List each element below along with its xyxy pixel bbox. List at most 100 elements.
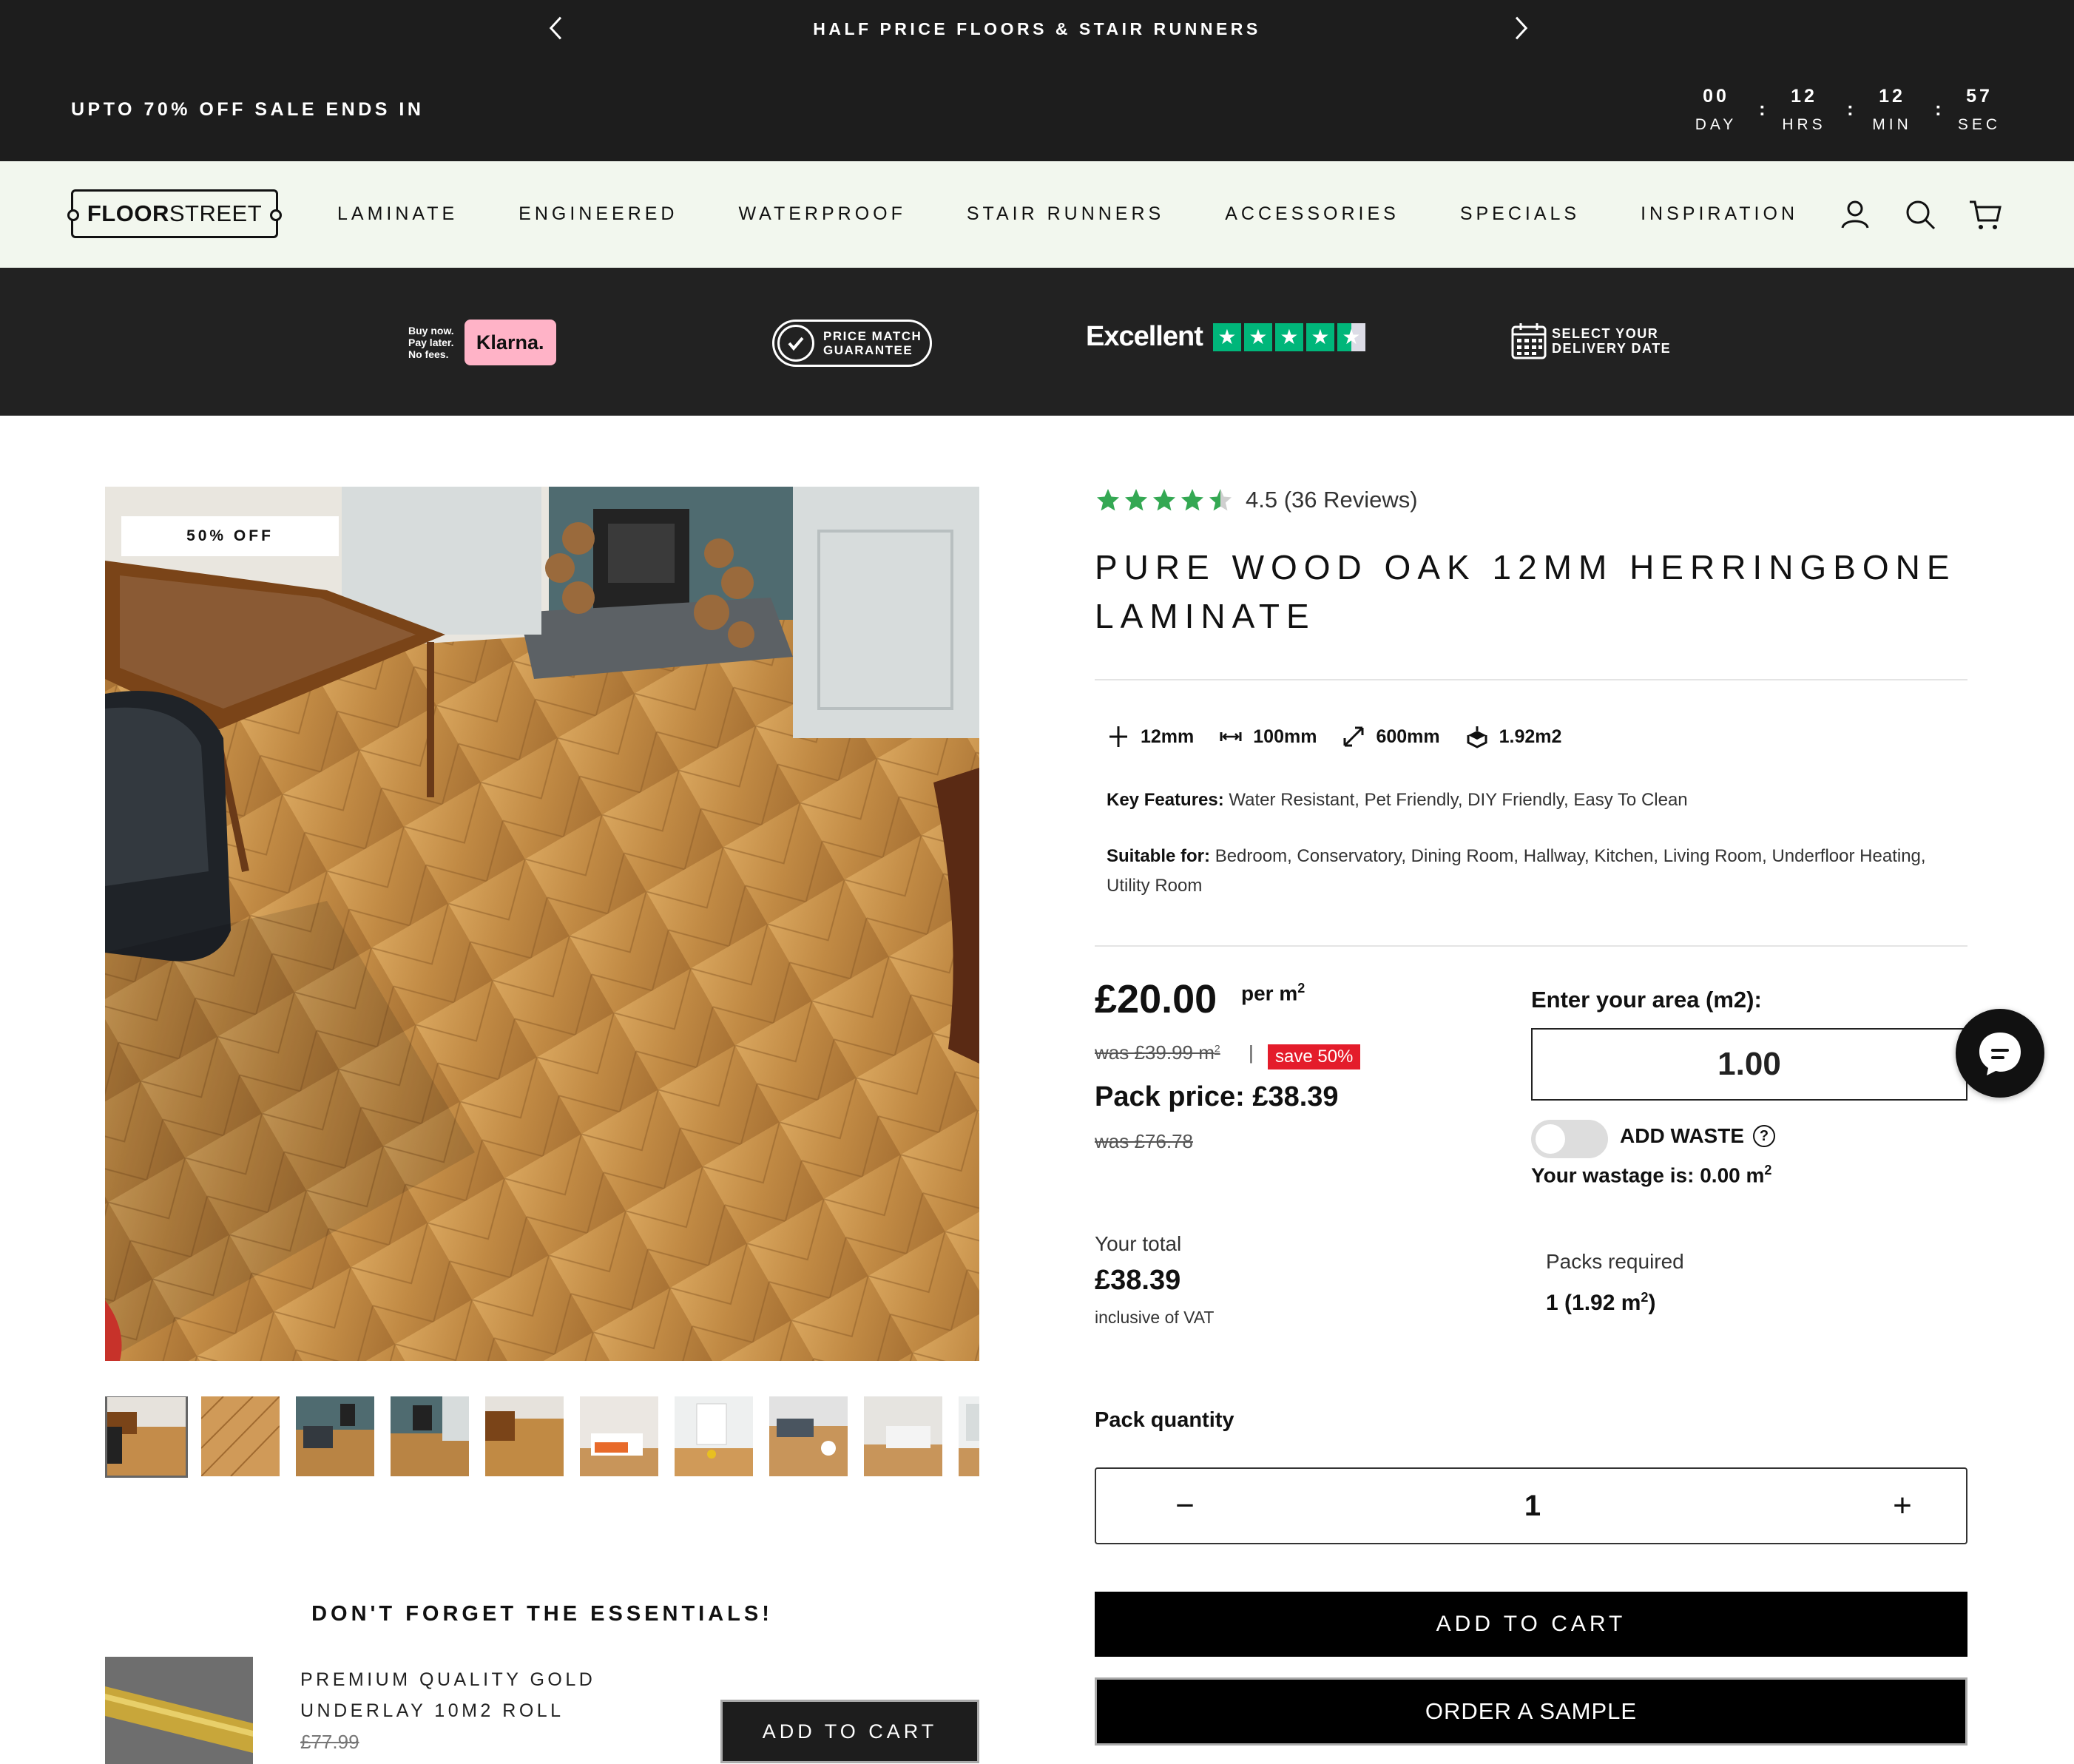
thumbnail[interactable] bbox=[391, 1396, 469, 1476]
packs-required-label: Packs required bbox=[1546, 1250, 1684, 1273]
klarna-logo: Klarna. bbox=[464, 320, 556, 365]
nav-links: LAMINATE ENGINEERED WATERPROOF STAIR RUN… bbox=[337, 203, 1859, 225]
underlay-add-to-cart-button[interactable]: ADD TO CART bbox=[720, 1700, 979, 1763]
spec-pack: 1.92m2 bbox=[1465, 725, 1561, 748]
length-icon bbox=[1343, 726, 1364, 747]
promo-message: HALF PRICE FLOORS & STAIR RUNNERS bbox=[813, 19, 1261, 38]
thumbnail[interactable] bbox=[959, 1396, 979, 1476]
underlay-product-image[interactable] bbox=[105, 1657, 253, 1764]
trustpilot-star-icon: ★ bbox=[1243, 322, 1272, 351]
main-navigation: FLOOR STREET LAMINATE ENGINEERED WATERPRO… bbox=[0, 161, 2074, 268]
order-sample-button[interactable]: ORDER A SAMPLE bbox=[1095, 1677, 1967, 1746]
product-title: PURE WOOD OAK 12MM HERRINGBONE LAMINATE bbox=[1095, 548, 1956, 635]
price-separator: | bbox=[1249, 1041, 1254, 1064]
chat-icon bbox=[1979, 1033, 2021, 1075]
product-specs: 12mm 100mm 600mm 1.92m2 bbox=[1107, 725, 1587, 748]
nav-icons bbox=[1837, 197, 2033, 232]
thumbnail[interactable] bbox=[296, 1396, 374, 1476]
trustpilot-star-icon: ★ bbox=[1212, 322, 1241, 351]
thumbnail[interactable] bbox=[105, 1396, 188, 1478]
wastage-text: Your wastage is: 0.00 m2 bbox=[1531, 1163, 1772, 1187]
promo-next-arrow-icon[interactable] bbox=[1506, 15, 1536, 44]
discount-badge: 50% OFF bbox=[121, 516, 339, 556]
trustpilot-star-icon: ★ bbox=[1305, 322, 1334, 351]
was-price: was £39.99 m2 bbox=[1095, 1041, 1220, 1064]
thumbnail[interactable] bbox=[580, 1396, 658, 1476]
nav-link-engineered[interactable]: ENGINEERED bbox=[518, 203, 678, 225]
nav-link-specials[interactable]: SPECIALS bbox=[1460, 203, 1580, 225]
spec-thickness: 12mm bbox=[1107, 725, 1194, 748]
cart-icon[interactable] bbox=[1967, 197, 2003, 232]
essentials-heading: DON'T FORGET THE ESSENTIALS! bbox=[311, 1602, 773, 1626]
decrease-quantity-button[interactable]: − bbox=[1163, 1485, 1207, 1530]
thumbnail[interactable] bbox=[769, 1396, 848, 1476]
underlay-product-name[interactable]: PREMIUM QUALITY GOLD UNDERLAY 10M2 ROLL bbox=[300, 1664, 670, 1726]
countdown-timer: 00 DAY : 12 HRS : 12 MIN : 57 SEC bbox=[1686, 86, 2012, 138]
add-to-cart-button[interactable]: ADD TO CART bbox=[1095, 1592, 1967, 1657]
thumbnail[interactable] bbox=[485, 1396, 564, 1476]
search-icon[interactable] bbox=[1902, 197, 1938, 232]
price-per-m2: £20.00 bbox=[1095, 977, 1217, 1021]
quantity-stepper: − + bbox=[1095, 1467, 1967, 1544]
save-badge: save 50% bbox=[1268, 1044, 1361, 1069]
klarna-badge: Buy now. Pay later. No fees. Klarna. bbox=[408, 320, 556, 365]
add-waste-toggle[interactable] bbox=[1531, 1120, 1608, 1158]
quantity-input[interactable] bbox=[1451, 1484, 1614, 1528]
nav-link-accessories[interactable]: ACCESSORIES bbox=[1225, 203, 1399, 225]
star-icon bbox=[1181, 489, 1203, 511]
countdown-seconds: 57 SEC bbox=[1957, 86, 2002, 133]
countdown-days: 00 DAY bbox=[1695, 86, 1737, 133]
thumbnail[interactable] bbox=[201, 1396, 280, 1476]
divider bbox=[1095, 945, 1967, 947]
increase-quantity-button[interactable]: + bbox=[1880, 1485, 1925, 1530]
area-label: Enter your area (m2): bbox=[1531, 987, 1762, 1013]
pack-price: Pack price: £38.39 bbox=[1095, 1081, 1339, 1112]
pack-was-price: was £76.78 bbox=[1095, 1130, 1193, 1152]
promo-bar: HALF PRICE FLOORS & STAIR RUNNERS UPTO 7… bbox=[0, 0, 2074, 161]
product-rating[interactable]: 4.5 (36 Reviews) bbox=[1095, 487, 1418, 513]
spec-width: 100mm bbox=[1219, 725, 1317, 748]
trust-bar: Buy now. Pay later. No fees. Klarna. PRI… bbox=[0, 268, 2074, 416]
total-value: £38.39 bbox=[1095, 1265, 1181, 1296]
delivery-date-badge: SELECT YOUR DELIVERY DATE bbox=[1510, 321, 1671, 361]
thumbnail-strip bbox=[105, 1396, 979, 1479]
thickness-icon bbox=[1109, 726, 1127, 747]
klarna-tagline: Buy now. Pay later. No fees. bbox=[408, 325, 454, 360]
nav-link-inspiration[interactable]: INSPIRATION bbox=[1641, 203, 1798, 225]
key-features: Key Features: Water Resistant, Pet Frien… bbox=[1107, 790, 1688, 810]
total-label: Your total bbox=[1095, 1232, 1182, 1255]
account-icon[interactable] bbox=[1837, 197, 1873, 232]
nav-link-stair-runners[interactable]: STAIR RUNNERS bbox=[967, 203, 1164, 225]
pack-quantity-label: Pack quantity bbox=[1095, 1408, 1234, 1432]
trustpilot-half-star-icon: ★ bbox=[1337, 322, 1365, 351]
rating-text[interactable]: 4.5 (36 Reviews) bbox=[1246, 487, 1418, 513]
star-icon bbox=[1097, 489, 1119, 511]
checkmark-icon bbox=[777, 325, 814, 362]
vat-note: inclusive of VAT bbox=[1095, 1308, 1215, 1327]
thumbnail[interactable] bbox=[675, 1396, 753, 1476]
price-unit: per m2 bbox=[1241, 981, 1305, 1005]
help-icon[interactable]: ? bbox=[1753, 1125, 1775, 1147]
countdown-hours: 12 HRS bbox=[1782, 86, 1826, 133]
nav-link-waterproof[interactable]: WATERPROOF bbox=[738, 203, 905, 225]
chat-button[interactable] bbox=[1956, 1009, 2044, 1098]
thumbnail[interactable] bbox=[864, 1396, 942, 1476]
trustpilot-rating: Excellent ★ ★ ★ ★ ★ bbox=[1086, 321, 1368, 353]
divider bbox=[1095, 679, 1967, 680]
trustpilot-star-icon: ★ bbox=[1274, 322, 1303, 351]
pack-icon bbox=[1467, 726, 1487, 748]
trustpilot-label: Excellent bbox=[1086, 321, 1203, 352]
suitable-for: Suitable for: Bedroom, Conservatory, Din… bbox=[1107, 846, 1926, 896]
sale-countdown-label: UPTO 70% OFF SALE ENDS IN bbox=[71, 99, 425, 120]
nav-link-laminate[interactable]: LAMINATE bbox=[337, 203, 458, 225]
floorstreet-logo[interactable]: FLOOR STREET bbox=[67, 189, 282, 238]
packs-required-value: 1 (1.92 m2) bbox=[1546, 1290, 1656, 1315]
countdown-minutes: 12 MIN bbox=[1872, 86, 1912, 133]
width-icon bbox=[1220, 732, 1242, 741]
area-input[interactable] bbox=[1531, 1028, 1967, 1101]
price-match-badge: PRICE MATCH GUARANTEE bbox=[772, 320, 932, 367]
half-star-icon bbox=[1209, 489, 1232, 511]
main-product-image[interactable] bbox=[105, 487, 979, 1361]
spec-length: 600mm bbox=[1342, 725, 1440, 748]
underlay-product-price: £77.99 bbox=[300, 1731, 359, 1753]
